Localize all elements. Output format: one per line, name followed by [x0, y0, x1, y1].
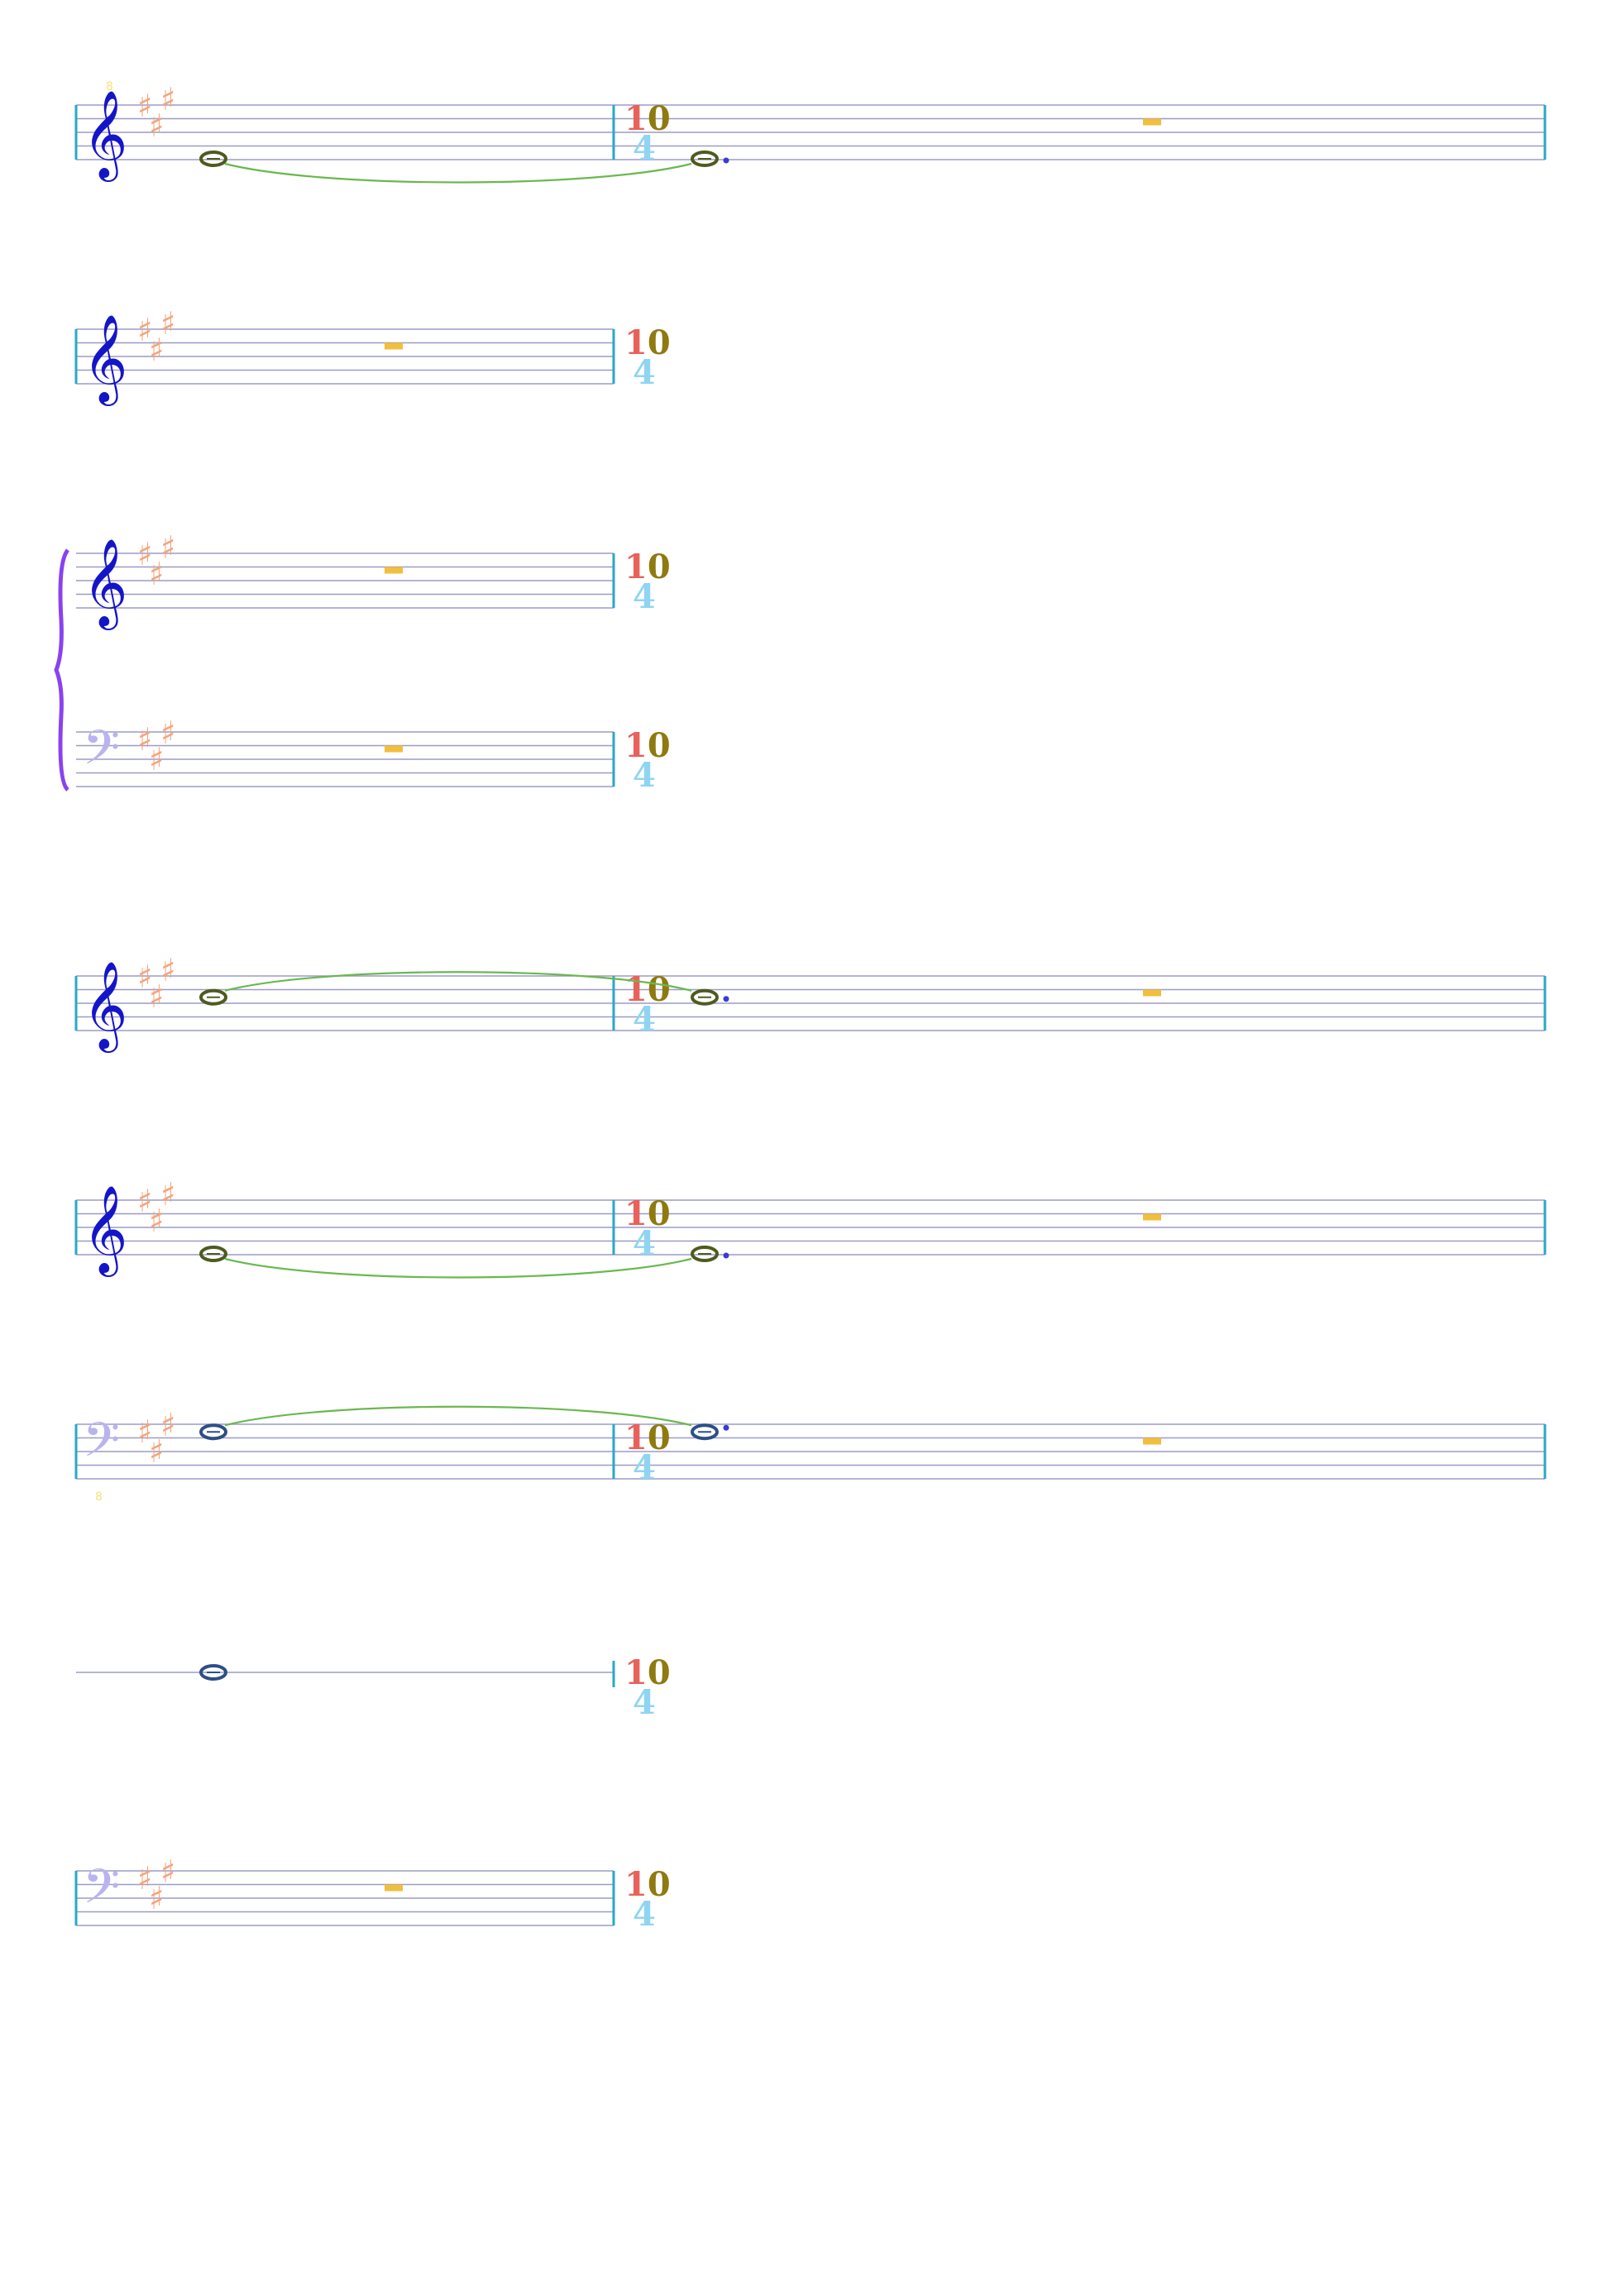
sharp-icon: ♯ — [160, 305, 175, 342]
time-signature-denominator: 4 — [633, 1224, 656, 1263]
bass-clef-icon: 𝄢 — [83, 1412, 120, 1480]
whole-rest — [385, 567, 403, 574]
whole-rest — [385, 342, 403, 350]
sharp-icon: ♯ — [160, 952, 175, 988]
bass-clef-icon: 𝄢 — [83, 720, 120, 787]
time-signature-denominator: 4 — [633, 129, 656, 168]
bass-clef-icon: 𝄢 — [83, 1858, 120, 1926]
time-signature-denominator: 4 — [633, 1895, 656, 1934]
treble-clef-icon: 𝄞 — [83, 89, 127, 182]
tie — [224, 971, 692, 992]
augmentation-dot — [723, 1424, 729, 1431]
time-signature-denominator: 4 — [633, 353, 656, 392]
treble-clef-icon: 𝄞 — [83, 313, 127, 406]
time-signature-denominator: 4 — [633, 1000, 656, 1039]
octave-mark: 8 — [95, 1490, 103, 1504]
tie — [224, 1405, 692, 1427]
sharp-icon: ♯ — [160, 1176, 175, 1213]
tie — [224, 162, 692, 184]
whole-rest — [1143, 1437, 1161, 1445]
treble-clef-icon: 𝄞 — [83, 960, 127, 1053]
score-page: 8 𝄞 ♯ ♯ ♯ 10 4 𝄞 ♯ ♯ ♯ 10 4 𝄞 ♯ ♯ ♯ 10 4 𝄢 ♯ ♯ ♯ 10 4 𝄞 ♯ ♯ ♯ 10 4 𝄞 ♯ ♯ ♯… — [0, 0, 1621, 2293]
time-signature-denominator: 4 — [633, 1683, 656, 1722]
whole-rest — [1143, 118, 1161, 126]
augmentation-dot — [723, 1252, 729, 1259]
augmentation-dot — [723, 157, 729, 164]
sharp-icon: ♯ — [160, 529, 175, 566]
sharp-icon: ♯ — [160, 715, 175, 751]
whole-rest — [385, 1884, 403, 1892]
augmentation-dot — [723, 996, 729, 1002]
sharp-icon: ♯ — [160, 81, 175, 117]
whole-rest — [1143, 1213, 1161, 1221]
sharp-icon: ♯ — [160, 1407, 175, 1443]
brace — [54, 548, 70, 792]
time-signature-denominator: 4 — [633, 577, 656, 616]
whole-rest — [385, 745, 403, 753]
treble-clef-icon: 𝄞 — [83, 538, 127, 630]
tie — [224, 1257, 692, 1279]
whole-rest — [1143, 989, 1161, 997]
time-signature-denominator: 4 — [633, 1448, 656, 1487]
score-canvas: 8𝄞 ♯♯♯ 104𝄞 ♯♯♯ 104𝄞 ♯♯♯ 104𝄢 ♯♯♯ 104𝄞 ♯♯♯ 104𝄞 ♯♯♯… — [54, 80, 1547, 1934]
treble-clef-icon: 𝄞 — [83, 1184, 127, 1277]
sharp-icon: ♯ — [160, 1854, 175, 1890]
time-signature-denominator: 4 — [633, 756, 656, 795]
